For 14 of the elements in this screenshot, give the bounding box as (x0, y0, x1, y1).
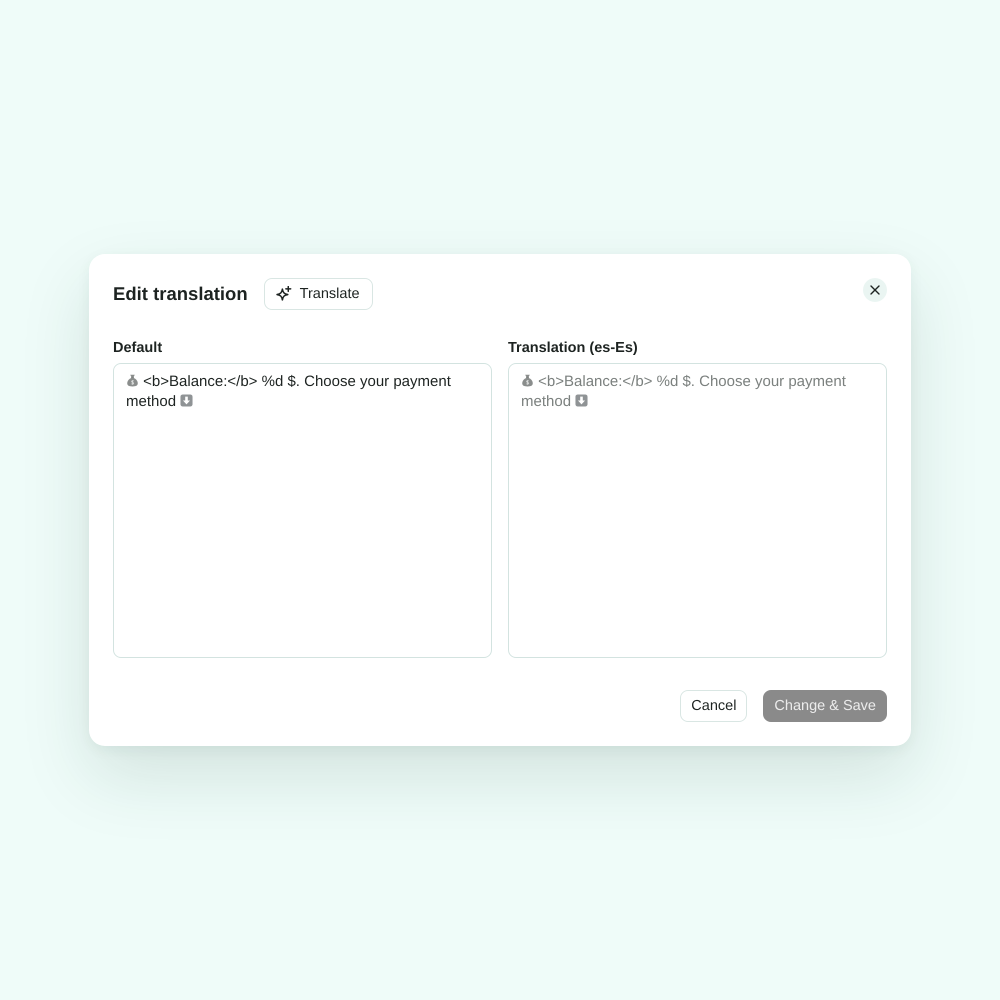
cancel-button[interactable]: Cancel (680, 690, 748, 722)
close-icon (870, 285, 880, 295)
text-field[interactable]: <b>Balance:</b> %d $. Choose your payment method (508, 363, 887, 658)
close-button[interactable] (863, 278, 887, 302)
field-label: Default (113, 339, 162, 357)
down-arrow-icon (575, 394, 588, 407)
text-field[interactable]: <b>Balance:</b> %d $. Choose your payment method (113, 363, 492, 658)
down-arrow-icon (180, 394, 194, 407)
dialog-title: Edit translation (113, 282, 248, 306)
money-bag-icon (126, 374, 139, 387)
sparkle-icon (276, 286, 292, 302)
translate-button[interactable]: Translate (264, 278, 373, 310)
money-bag-icon (521, 374, 534, 387)
field-label: Translation (es-Es) (508, 339, 638, 357)
